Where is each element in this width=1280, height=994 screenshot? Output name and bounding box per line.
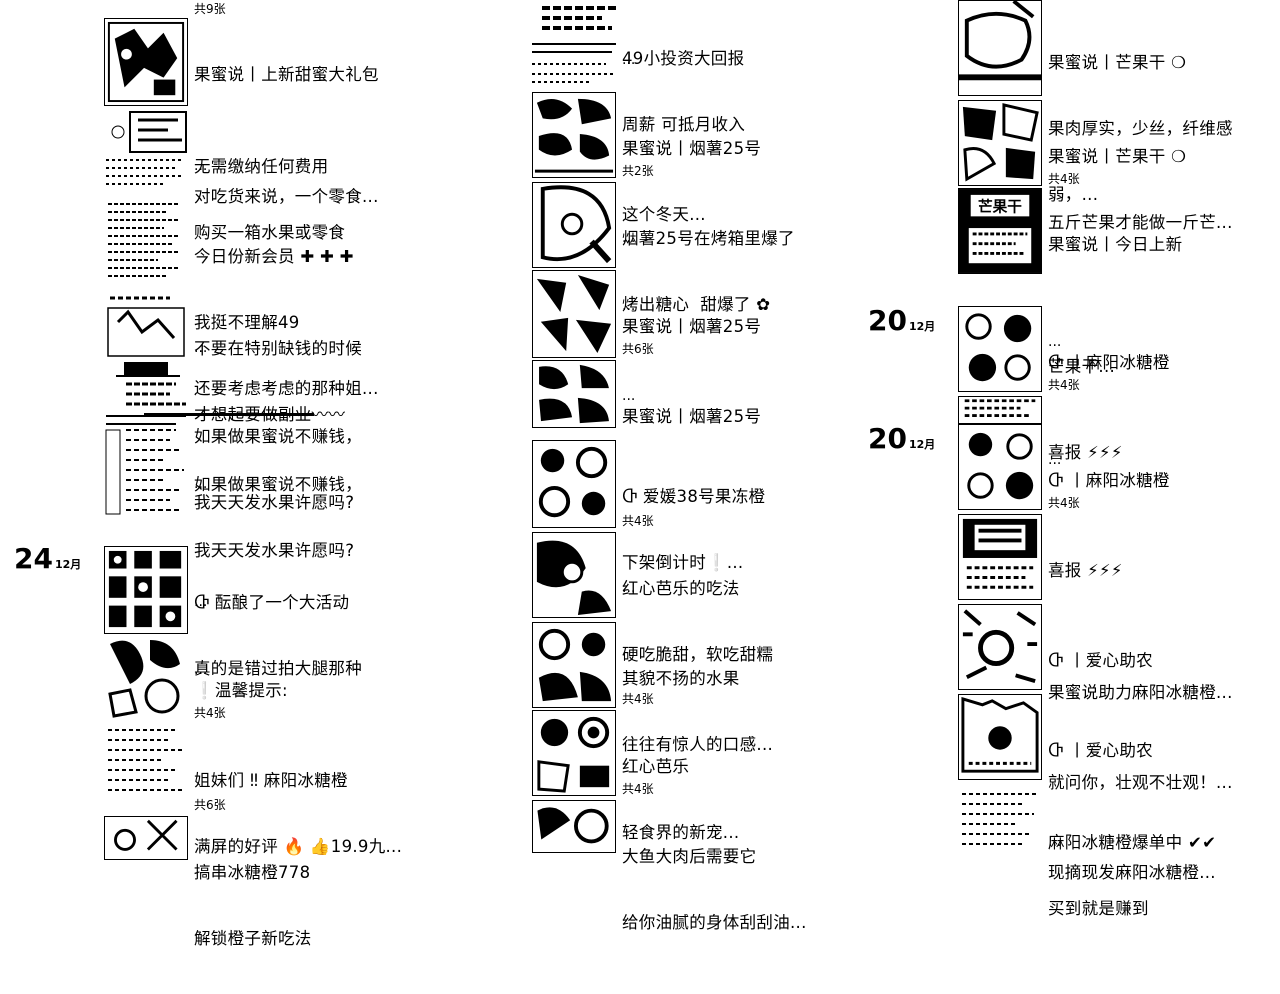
strike-line bbox=[144, 413, 314, 416]
post-thumbnail[interactable] bbox=[532, 800, 616, 853]
post-line: 无需缴纳任何费用 bbox=[194, 157, 329, 176]
image-count: 共4张 bbox=[1048, 378, 1080, 392]
ellipsis: ... bbox=[1048, 834, 1062, 850]
post-text: 麻阳冰糖橙爆单中 ✔✔ 买到就是赚到 bbox=[1048, 788, 1280, 964]
ellipsis: ... bbox=[194, 476, 208, 492]
ellipsis: ... bbox=[622, 388, 636, 404]
ellipsis: ... bbox=[622, 580, 636, 596]
post-thumbnail[interactable] bbox=[958, 514, 1042, 600]
thumbnail-caption: 芒果干 bbox=[978, 197, 1022, 215]
post-thumbnail[interactable] bbox=[104, 816, 188, 860]
date-label: 20 12月 bbox=[868, 304, 935, 337]
date-day: 20 bbox=[868, 422, 907, 455]
post-thumbnail[interactable] bbox=[532, 622, 616, 708]
date-label: 24 12月 bbox=[14, 542, 81, 575]
image-count: 共9张 bbox=[194, 2, 226, 16]
post-thumbnail[interactable] bbox=[958, 0, 1042, 96]
post-line: 其貌不扬的水果 bbox=[622, 669, 740, 688]
date-month: 12月 bbox=[908, 320, 936, 333]
post-thumbnail[interactable] bbox=[532, 182, 616, 268]
post-line: 如果做果蜜说不赚钱， bbox=[194, 475, 362, 494]
ellipsis: ... bbox=[194, 340, 208, 356]
post-line: 麻阳冰糖橙爆单中 ✔✔ bbox=[1048, 833, 1217, 852]
ellipsis: ... bbox=[622, 52, 636, 68]
post-thumbnail[interactable] bbox=[532, 92, 616, 178]
ellipsis: ... bbox=[622, 298, 636, 314]
timeline-column-1: 共9张 果蜜说丨上新甜蜜大礼包 对吃货来说，一个零食... 无需缴纳任何费用 购… bbox=[104, 0, 524, 948]
ellipsis: ... bbox=[194, 594, 208, 610]
date-month: 12月 bbox=[908, 438, 936, 451]
post-thumbnail[interactable] bbox=[532, 532, 616, 618]
image-count: 共4张 bbox=[194, 706, 226, 720]
post-thumbnail[interactable] bbox=[958, 604, 1042, 690]
post-thumbnail[interactable] bbox=[104, 292, 188, 382]
post-line: 49小投资大回报 bbox=[622, 49, 745, 68]
post-line: Ⴇ 酝酿了一个大活动 bbox=[194, 593, 350, 612]
post-text: 大鱼大肉后需要它 给你油腻的身体刮刮油... bbox=[622, 802, 952, 978]
timeline-column-3: 果蜜说丨芒果干 ❍ 果肉厚实，少丝，纤维感 弱，... 果蜜说丨芒果干 ❍ 五斤… bbox=[958, 0, 1280, 918]
post-line: 给你油腻的身体刮刮油... bbox=[622, 913, 807, 932]
post-thumbnail[interactable]: 芒果干 bbox=[958, 188, 1042, 274]
post-line: 搞串冰糖橙778 bbox=[194, 863, 311, 882]
date-month: 12月 bbox=[54, 558, 82, 571]
post-line: 果蜜说丨烟薯25号 bbox=[622, 139, 762, 158]
image-count: 共4张 bbox=[622, 692, 654, 706]
post-line: Ⴇ 丨麻阳冰糖橙 bbox=[1048, 353, 1170, 372]
date-day: 24 bbox=[14, 542, 53, 575]
post-line: 大鱼大肉后需要它 bbox=[622, 847, 757, 866]
post-thumbnail[interactable] bbox=[532, 440, 616, 528]
post-text: 搞串冰糖橙778 解锁橙子新吃法 bbox=[194, 818, 524, 994]
image-count: 共4张 bbox=[1048, 172, 1080, 186]
post-thumbnail[interactable] bbox=[958, 694, 1042, 780]
post-thumbnail[interactable] bbox=[104, 724, 188, 798]
post-thumbnail[interactable] bbox=[104, 546, 188, 634]
post-thumbnail[interactable] bbox=[532, 270, 616, 358]
post-thumbnail[interactable] bbox=[958, 424, 1042, 510]
ellipsis: ... bbox=[194, 158, 208, 174]
post-line: 果蜜说丨芒果干 ❍ bbox=[1048, 147, 1187, 166]
post-thumbnail[interactable] bbox=[104, 634, 188, 722]
post-thumbnail[interactable] bbox=[532, 360, 616, 428]
post-line: 今日份新会员 ✚ ✚ ✚ bbox=[194, 247, 354, 266]
post-thumbnail[interactable] bbox=[532, 0, 616, 86]
post-line: 果蜜说丨今日上新 bbox=[1048, 235, 1183, 254]
date-day: 20 bbox=[868, 304, 907, 337]
date-label: 20 12月 bbox=[868, 422, 935, 455]
image-count: 共6张 bbox=[622, 342, 654, 356]
ellipsis: ... bbox=[1048, 334, 1062, 350]
post-line: 红心芭乐 bbox=[622, 757, 690, 776]
post-line: Ⴇ 丨爱心助农 bbox=[1048, 741, 1153, 760]
post-line: 买到就是赚到 bbox=[1048, 899, 1149, 918]
post-line: 烟薯25号在烤箱里爆了 bbox=[622, 229, 795, 248]
post-line: Ⴇ 丨麻阳冰糖橙 bbox=[1048, 471, 1170, 490]
ellipsis: ... bbox=[194, 662, 208, 678]
post-thumbnail[interactable] bbox=[958, 396, 1042, 424]
post-thumbnail[interactable] bbox=[532, 710, 616, 796]
post-line: 果蜜说丨芒果干 ❍ bbox=[1048, 53, 1187, 72]
image-count: 共4张 bbox=[1048, 496, 1080, 510]
post-line: 喜报 ⚡⚡⚡ bbox=[1048, 561, 1123, 580]
post-thumbnail[interactable] bbox=[104, 110, 188, 194]
image-count: 共4张 bbox=[622, 514, 654, 528]
ellipsis: ... bbox=[1048, 452, 1062, 468]
post-line: 解锁橙子新吃法 bbox=[194, 929, 312, 948]
post-line: Ⴇ 丨爱心助农 bbox=[1048, 651, 1153, 670]
post-thumbnail[interactable] bbox=[958, 100, 1042, 186]
post-line: 果蜜说丨上新甜蜜大礼包 bbox=[194, 65, 379, 84]
post-thumbnail[interactable] bbox=[104, 380, 188, 426]
image-count: 共6张 bbox=[194, 798, 226, 812]
post-thumbnail[interactable] bbox=[104, 18, 188, 106]
image-count: 共2张 bbox=[622, 164, 654, 178]
post-thumbnail[interactable] bbox=[104, 428, 188, 516]
post-thumbnail[interactable] bbox=[958, 306, 1042, 392]
post-thumbnail[interactable] bbox=[958, 786, 1042, 853]
post-line: 不要在特别缺钱的时候 bbox=[194, 339, 362, 358]
image-count: 共4张 bbox=[622, 782, 654, 796]
ellipsis: ... bbox=[622, 230, 636, 246]
post-line: ❕温馨提示: bbox=[194, 681, 288, 700]
post-line: Ⴇ 爱媛38号果冻橙 bbox=[622, 487, 766, 506]
post-line: 姐妹们 ‼ 麻阳冰糖橙 bbox=[194, 771, 348, 790]
post-thumbnail[interactable] bbox=[104, 194, 188, 284]
post-line: 红心芭乐的吃法 bbox=[622, 579, 740, 598]
